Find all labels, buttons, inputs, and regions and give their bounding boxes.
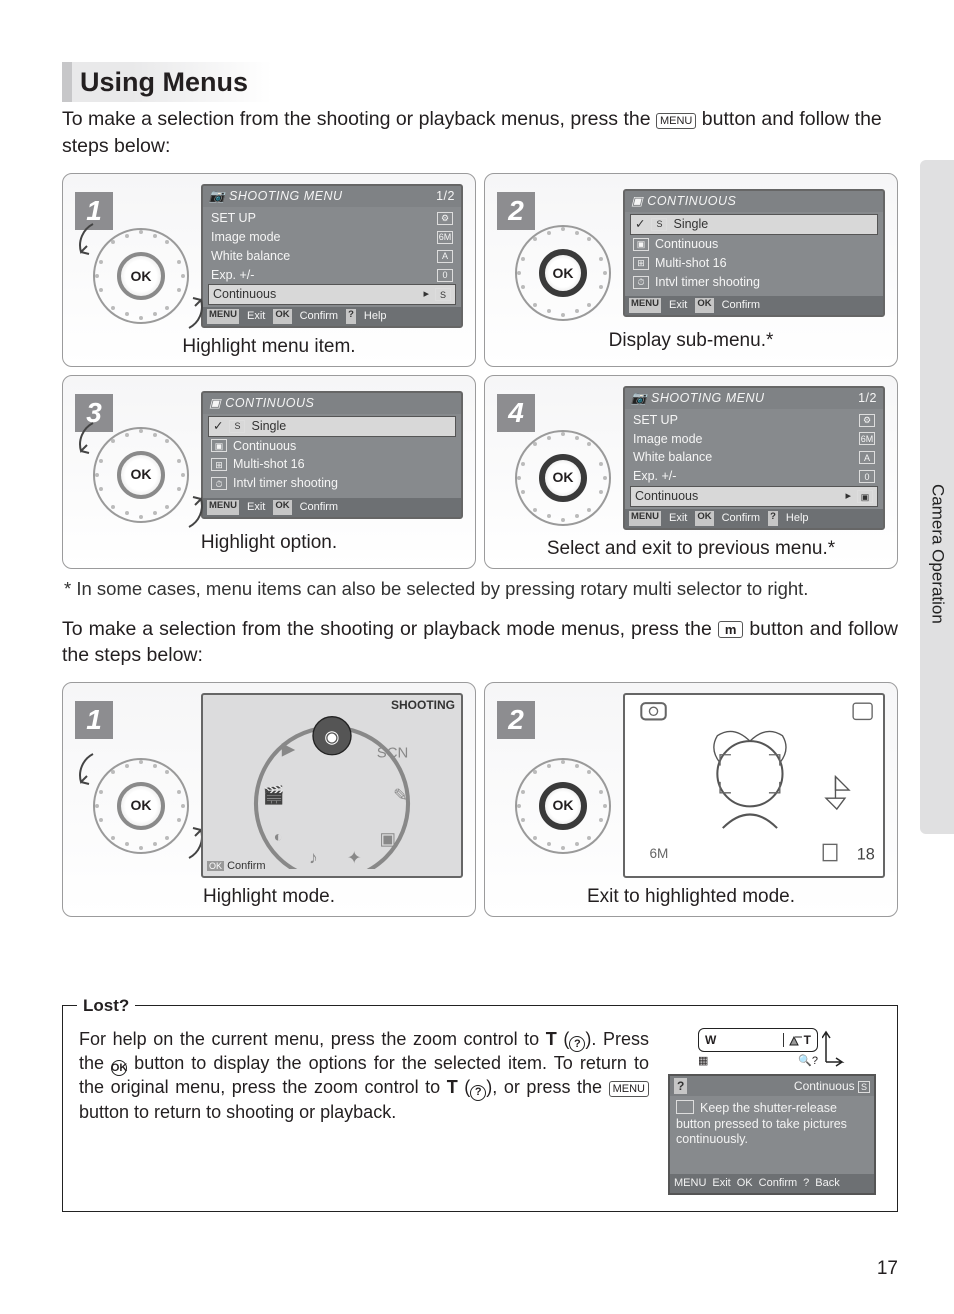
svg-text:✎: ✎ <box>393 785 408 805</box>
rotary-selector-icon: OK <box>515 430 611 526</box>
section-title: Using Menus <box>62 62 272 102</box>
ok-center: OK <box>117 782 165 830</box>
ok-center-pressed: OK <box>539 782 587 830</box>
zoom-control-icon: W T ▦🔍? <box>687 1028 857 1070</box>
lost-title: Lost? <box>77 995 135 1018</box>
step-number: 4 <box>497 394 535 432</box>
svg-text:♪: ♪ <box>309 847 318 867</box>
rotary-selector-icon: OK <box>93 427 189 523</box>
svg-text:▣: ▣ <box>380 828 397 848</box>
step-caption: Display sub-menu.* <box>497 328 885 354</box>
step-caption: Exit to highlighted mode. <box>497 884 885 910</box>
ok-center: OK <box>117 451 165 499</box>
rotate-arrow-icon <box>79 421 107 461</box>
step-1: 1 OK 📷 SHOOTING MENU 1/2 <box>62 173 476 367</box>
svg-text:◐: ◐ <box>274 829 283 846</box>
rotary-selector-icon: OK <box>515 225 611 321</box>
rotary-selector-icon: OK <box>515 758 611 854</box>
lost-help-box: Lost? For help on the current menu, pres… <box>62 1005 898 1212</box>
ok-center: OK <box>117 252 165 300</box>
step-number: 2 <box>497 701 535 739</box>
help-lcd: ? Continuous S Keep the shutter-release … <box>668 1074 876 1195</box>
lcd-screen: 📷 SHOOTING MENU 1/2 SET UP⚙ Image mode6M… <box>201 184 463 328</box>
preview-screen: 6M 18 <box>623 693 885 878</box>
step-caption: Highlight mode. <box>75 884 463 910</box>
step-3: 3 OK ▣ CONTINUOUS ✓SSingle <box>62 375 476 569</box>
ok-center-pressed: OK <box>539 249 587 297</box>
side-tab-label: Camera Operation <box>926 484 949 834</box>
mode-step-2: 2 OK <box>484 682 898 917</box>
svg-text:🎬: 🎬 <box>263 785 285 805</box>
intro-paragraph-2: To make a selection from the shooting or… <box>62 616 898 669</box>
svg-text:6M: 6M <box>649 846 668 861</box>
rotate-arrow-icon <box>175 290 203 330</box>
step-number: 1 <box>75 701 113 739</box>
svg-text:◉: ◉ <box>324 727 339 747</box>
lcd-screen: ▣ CONTINUOUS ✓SSingle ▣Continuous ⊞Multi… <box>201 391 463 519</box>
rotate-arrow-icon <box>79 222 107 262</box>
rotary-selector-icon: OK <box>93 758 189 854</box>
svg-text:✦: ✦ <box>347 847 362 867</box>
step-caption: Highlight option. <box>75 530 463 556</box>
step-caption: Select and exit to previous menu.* <box>497 536 885 562</box>
step-4: 4 OK 📷 SHOOTING MENU 1/2 SET UP⚙ Image m… <box>484 375 898 569</box>
lcd-screen: 📷 SHOOTING MENU 1/2 SET UP⚙ Image mode6M… <box>623 386 885 530</box>
steps-grid-a: 1 OK 📷 SHOOTING MENU 1/2 <box>62 173 898 568</box>
step-2: 2 OK ▣ CONTINUOUS ✓SSingle ▣Continuous ⊞… <box>484 173 898 367</box>
svg-text:▶: ▶ <box>282 739 296 759</box>
lost-text: For help on the current menu, press the … <box>79 1028 649 1195</box>
intro-paragraph-1: To make a selection from the shooting or… <box>62 106 898 159</box>
rotate-arrow-icon <box>79 752 107 792</box>
rotary-selector-icon: OK <box>93 228 189 324</box>
step-caption: Highlight menu item. <box>75 334 463 360</box>
page-number: 17 <box>877 1256 898 1282</box>
mode-step-1: 1 OK SHOOTING <box>62 682 476 917</box>
steps-grid-b: 1 OK SHOOTING <box>62 682 898 917</box>
footnote: * In some cases, menu items can also be … <box>64 577 898 602</box>
help-icon: ? <box>470 1085 486 1101</box>
mode-dial-graphic: ◉ ▶ SCN 🎬 ✎ ◐ ▣ ♪ ✦ <box>203 695 461 869</box>
help-icon: ? <box>569 1036 585 1052</box>
svg-text:18: 18 <box>857 845 875 863</box>
rotate-arrow-icon <box>175 820 203 860</box>
menu-button-icon: MENU <box>609 1081 649 1097</box>
svg-text:SCN: SCN <box>377 745 409 762</box>
ok-icon: OK <box>111 1060 127 1076</box>
lcd-screen: ▣ CONTINUOUS ✓SSingle ▣Continuous ⊞Multi… <box>623 189 885 317</box>
mode-button-icon: m <box>718 621 744 638</box>
ok-center-pressed: OK <box>539 454 587 502</box>
zoom-pointer-icon <box>822 1028 846 1070</box>
menu-button-icon: MENU <box>656 113 696 129</box>
mode-dial-screen: SHOOTING ◉ ▶ SCN 🎬 ✎ ◐ ▣ ♪ ✦ OK Confirm <box>201 693 463 878</box>
side-tab: Camera Operation <box>920 160 954 834</box>
help-screenshot: W T ▦🔍? ? Continuous S Keep the shutter-… <box>663 1028 881 1195</box>
rotate-arrow-icon <box>175 489 203 529</box>
